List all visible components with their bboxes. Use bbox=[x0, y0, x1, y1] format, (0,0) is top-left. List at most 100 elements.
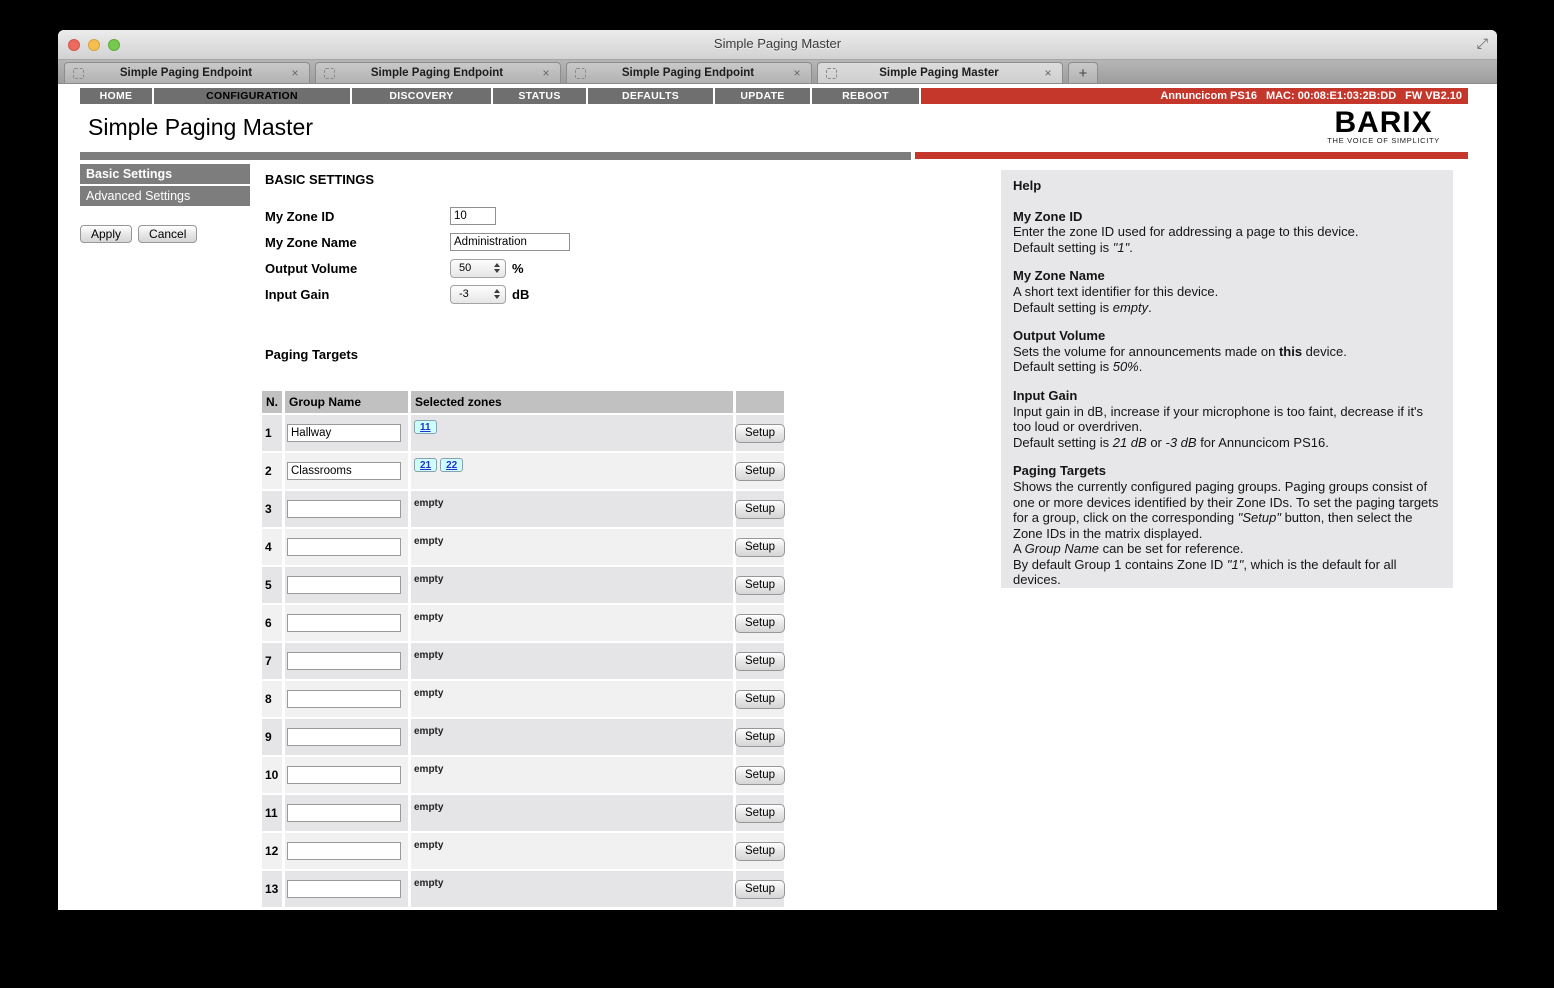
zone-id-row: My Zone ID bbox=[265, 203, 570, 229]
setup-cell: Setup bbox=[736, 871, 784, 907]
group-name-input[interactable] bbox=[287, 766, 401, 784]
barix-logo-tagline: THE VOICE OF SIMPLICITY bbox=[1327, 136, 1440, 145]
tab-bar: Simple Paging Endpoint × Simple Paging E… bbox=[58, 60, 1497, 84]
setup-button[interactable]: Setup bbox=[735, 424, 785, 443]
setup-button[interactable]: Setup bbox=[735, 576, 785, 595]
selected-zones-cell: empty bbox=[411, 681, 733, 717]
setup-cell: Setup bbox=[736, 833, 784, 869]
help-section-heading: Input Gain bbox=[1013, 388, 1441, 404]
input-gain-select[interactable]: -3 bbox=[450, 285, 506, 304]
sidebar-item-advanced-settings[interactable]: Advanced Settings bbox=[80, 186, 250, 206]
device-mac: MAC: 00:08:E1:03:2B:DD bbox=[1266, 90, 1396, 102]
setup-cell: Setup bbox=[736, 453, 784, 489]
selected-zones-cell: empty bbox=[411, 605, 733, 641]
sidebar-item-basic-settings[interactable]: Basic Settings bbox=[80, 164, 250, 184]
zone-name-input[interactable] bbox=[450, 233, 570, 251]
nav-item-discovery[interactable]: DISCOVERY bbox=[352, 88, 491, 104]
zone-chip[interactable]: 22 bbox=[440, 458, 463, 472]
tab-close-icon[interactable]: × bbox=[1041, 66, 1055, 80]
help-section-heading: Output Volume bbox=[1013, 328, 1441, 344]
group-name-input[interactable] bbox=[287, 652, 401, 670]
tab-close-icon[interactable]: × bbox=[539, 66, 553, 80]
window-titlebar[interactable]: Simple Paging Master ⤢ bbox=[58, 30, 1497, 60]
setup-button[interactable]: Setup bbox=[735, 652, 785, 671]
group-name-input[interactable] bbox=[287, 614, 401, 632]
browser-tab[interactable]: Simple Paging Endpoint × bbox=[566, 62, 812, 83]
paging-targets-table: N. Group Name Selected zones 1 11 Setup … bbox=[262, 391, 784, 907]
setup-button[interactable]: Setup bbox=[735, 538, 785, 557]
browser-tab[interactable]: Simple Paging Master × bbox=[817, 62, 1063, 83]
group-name-cell bbox=[285, 681, 408, 717]
setup-button[interactable]: Setup bbox=[735, 766, 785, 785]
empty-zones-label: empty bbox=[414, 498, 443, 509]
nav-item-configuration[interactable]: CONFIGURATION bbox=[154, 88, 350, 104]
zone-chip[interactable]: 11 bbox=[414, 420, 437, 434]
page-content: HOMECONFIGURATIONDISCOVERYSTATUSDEFAULTS… bbox=[58, 84, 1497, 910]
settings-sidebar: Basic SettingsAdvanced Settings bbox=[80, 164, 250, 208]
group-name-input[interactable] bbox=[287, 424, 401, 442]
group-name-input[interactable] bbox=[287, 728, 401, 746]
selected-zones-cell: empty bbox=[411, 491, 733, 527]
zone-id-input[interactable] bbox=[450, 207, 496, 225]
favicon-placeholder-icon bbox=[73, 68, 84, 79]
output-volume-select[interactable]: 50 bbox=[450, 259, 506, 278]
empty-zones-label: empty bbox=[414, 840, 443, 851]
group-name-input[interactable] bbox=[287, 576, 401, 594]
setup-button[interactable]: Setup bbox=[735, 842, 785, 861]
browser-tab[interactable]: Simple Paging Endpoint × bbox=[64, 62, 310, 83]
group-name-input[interactable] bbox=[287, 500, 401, 518]
help-text-line: Default setting is empty. bbox=[1013, 300, 1441, 316]
col-header-n: N. bbox=[262, 391, 282, 413]
favicon-placeholder-icon bbox=[575, 68, 586, 79]
group-name-input[interactable] bbox=[287, 842, 401, 860]
nav-item-home[interactable]: HOME bbox=[80, 88, 152, 104]
group-name-input[interactable] bbox=[287, 462, 401, 480]
desktop-background: Simple Paging Master ⤢ Simple Paging End… bbox=[0, 0, 1554, 988]
help-body: My Zone IDEnter the zone ID used for add… bbox=[1013, 209, 1441, 588]
paging-targets-heading: Paging Targets bbox=[265, 347, 358, 362]
setup-cell: Setup bbox=[736, 643, 784, 679]
setup-cell: Setup bbox=[736, 415, 784, 451]
setup-button[interactable]: Setup bbox=[735, 500, 785, 519]
nav-item-defaults[interactable]: DEFAULTS bbox=[588, 88, 713, 104]
new-tab-button[interactable]: + bbox=[1068, 62, 1098, 83]
input-gain-label: Input Gain bbox=[265, 287, 450, 302]
group-name-cell bbox=[285, 719, 408, 755]
zone-chip[interactable]: 21 bbox=[414, 458, 437, 472]
browser-tab[interactable]: Simple Paging Endpoint × bbox=[315, 62, 561, 83]
row-number: 12 bbox=[262, 833, 282, 869]
help-text-line: Default setting is 21 dB or -3 dB for An… bbox=[1013, 435, 1441, 451]
group-name-input[interactable] bbox=[287, 690, 401, 708]
selected-zones-cell: empty bbox=[411, 643, 733, 679]
row-number: 11 bbox=[262, 795, 282, 831]
help-text-line: A short text identifier for this device. bbox=[1013, 284, 1441, 300]
group-name-input[interactable] bbox=[287, 880, 401, 898]
selected-zones-cell: 2122 bbox=[411, 453, 733, 489]
tab-strip: Simple Paging Endpoint × Simple Paging E… bbox=[64, 62, 1063, 83]
setup-button[interactable]: Setup bbox=[735, 880, 785, 899]
nav-item-reboot[interactable]: REBOOT bbox=[812, 88, 919, 104]
resize-icon[interactable]: ⤢ bbox=[1477, 35, 1488, 52]
help-panel: Help My Zone IDEnter the zone ID used fo… bbox=[1001, 170, 1453, 588]
help-section-heading: My Zone ID bbox=[1013, 209, 1441, 225]
setup-button[interactable]: Setup bbox=[735, 462, 785, 481]
setup-button[interactable]: Setup bbox=[735, 690, 785, 709]
empty-zones-label: empty bbox=[414, 574, 443, 585]
group-name-input[interactable] bbox=[287, 538, 401, 556]
tab-close-icon[interactable]: × bbox=[790, 66, 804, 80]
setup-button[interactable]: Setup bbox=[735, 614, 785, 633]
setup-button[interactable]: Setup bbox=[735, 728, 785, 747]
setup-button[interactable]: Setup bbox=[735, 804, 785, 823]
nav-item-update[interactable]: UPDATE bbox=[715, 88, 810, 104]
row-number: 6 bbox=[262, 605, 282, 641]
selected-zones-cell: empty bbox=[411, 567, 733, 603]
tab-close-icon[interactable]: × bbox=[288, 66, 302, 80]
tab-label: Simple Paging Endpoint bbox=[586, 67, 790, 79]
group-name-input[interactable] bbox=[287, 804, 401, 822]
row-number: 8 bbox=[262, 681, 282, 717]
cancel-button[interactable]: Cancel bbox=[138, 225, 197, 243]
apply-button[interactable]: Apply bbox=[80, 225, 132, 243]
empty-zones-label: empty bbox=[414, 878, 443, 889]
nav-item-status[interactable]: STATUS bbox=[493, 88, 586, 104]
input-gain-unit: dB bbox=[512, 287, 529, 302]
